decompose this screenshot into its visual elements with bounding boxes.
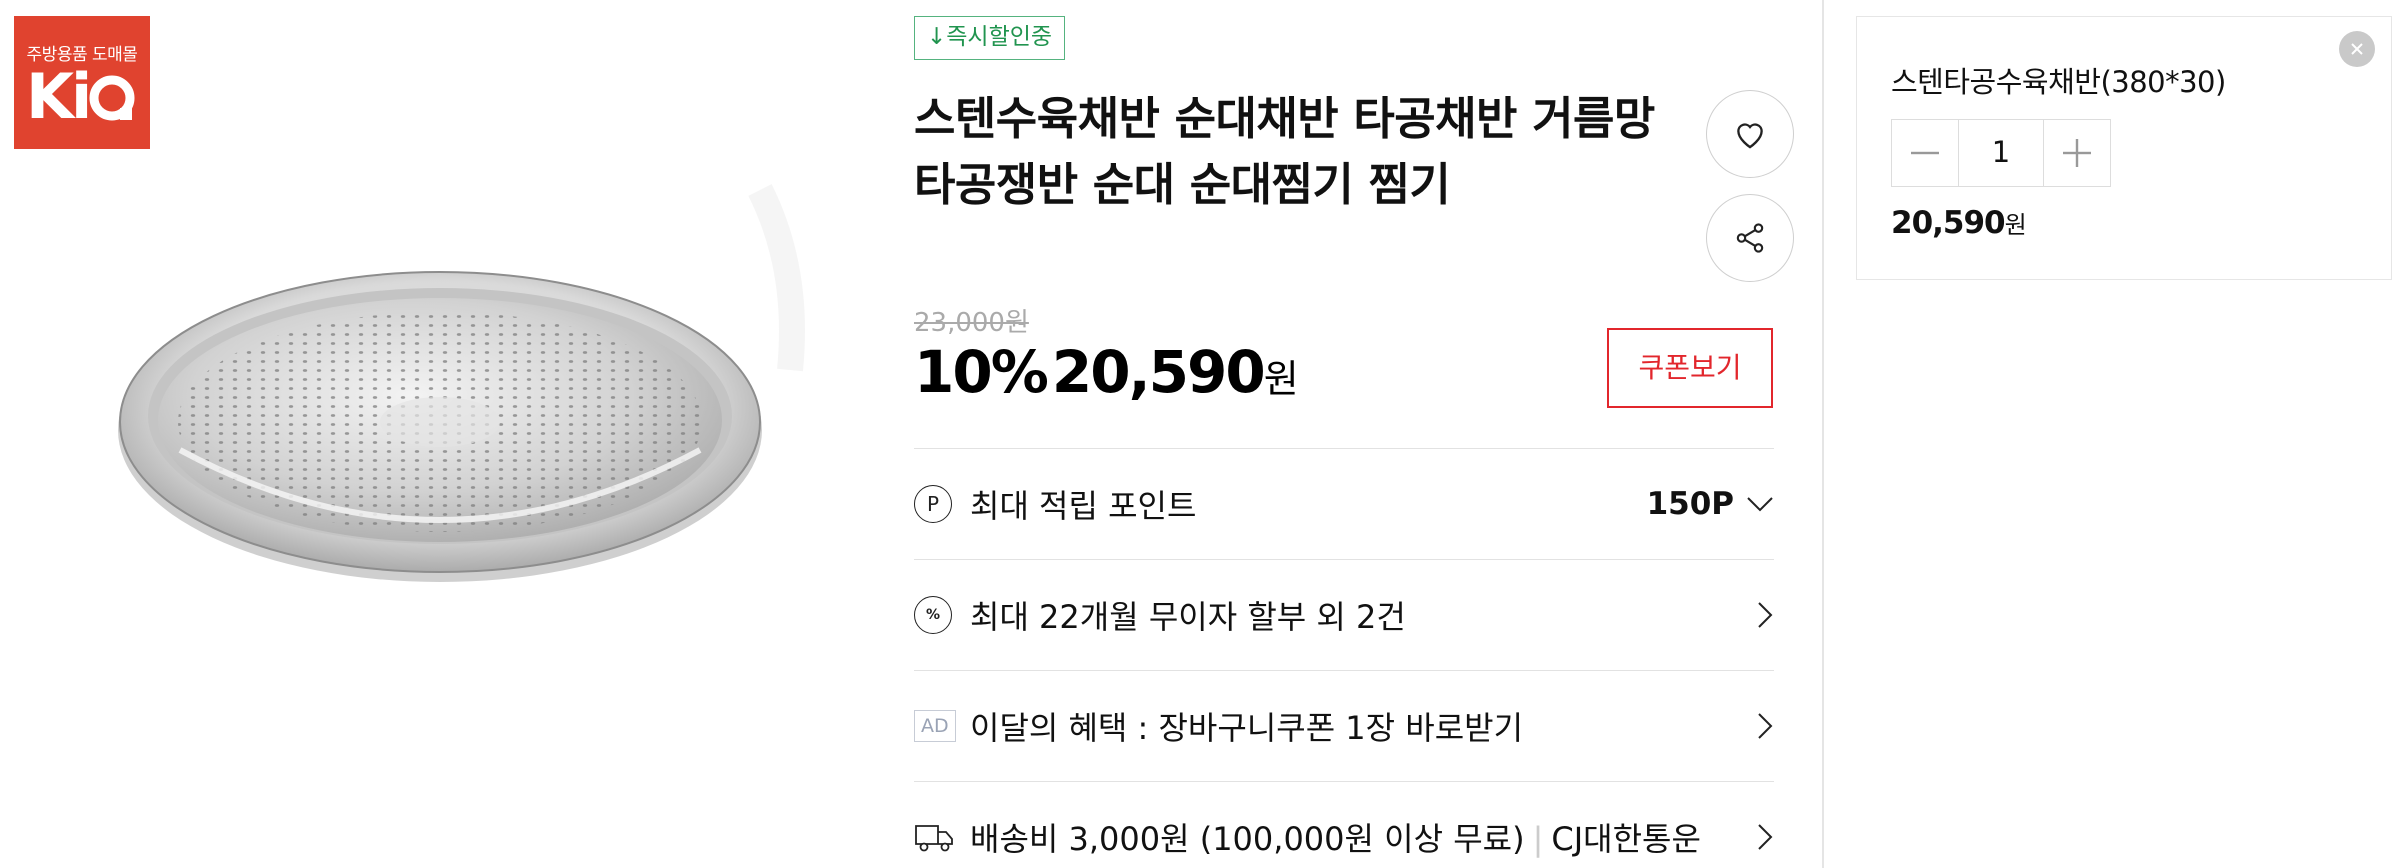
decrease-button[interactable] [1892,120,1958,186]
svg-text:Ki: Ki [26,60,89,130]
shipping-row[interactable]: 배송비 3,000원 (100,000원 이상 무료) | CJ대한통운 [914,781,1774,868]
option-price: 20,590원 [1891,205,2027,241]
point-icon: P [914,485,952,523]
chevron-down-icon[interactable] [1746,495,1774,513]
shipping-fee: 배송비 3,000원 (100,000원 이상 무료) [970,820,1525,858]
share-button[interactable] [1706,194,1794,282]
monthly-benefit-label: 이달의 혜택 : 장바구니쿠폰 1장 바로받기 [970,709,1524,747]
product-info: ↓즉시할인중 스텐수육채반 순대채반 타공채반 거름망 타공쟁반 순대 순대찜기… [914,0,1794,868]
quantity-value[interactable]: 1 [1958,120,2044,186]
column-divider [1822,0,1824,868]
share-icon [1736,223,1764,253]
option-price-value: 20,590 [1891,205,2006,241]
chevron-right-icon[interactable] [1756,601,1774,629]
original-price: 23,000원 [914,308,1029,338]
installment-label: 최대 22개월 무이자 할부 외 2건 [970,598,1406,636]
option-name: 스텐타공수육채반(380*30) [1891,65,2226,99]
increase-button[interactable] [2044,120,2110,186]
shipping-label: 배송비 3,000원 (100,000원 이상 무료) | CJ대한통운 [970,820,1701,858]
price-unit: 원 [1263,357,1299,401]
quantity-stepper: 1 [1891,119,2111,187]
discount-rate: 10% [914,338,1049,406]
close-icon [2351,43,2363,55]
heart-icon [1737,123,1763,149]
product-title: 스텐수육채반 순대채반 타공채반 거름망 타공쟁반 순대 순대찜기 찜기 [914,92,1655,211]
product-image-area: 주방용품 도매몰 Ki [0,0,860,868]
like-button[interactable] [1706,90,1794,178]
sale-price: 20,590 [1051,338,1266,406]
plus-icon [2063,139,2091,167]
installment-row[interactable]: % 최대 22개월 무이자 할부 외 2건 [914,559,1774,670]
points-label: 최대 적립 포인트 [970,487,1197,525]
logo-brand: Ki [14,60,150,146]
option-price-unit: 원 [2004,211,2027,239]
points-row[interactable]: P 최대 적립 포인트 150P [914,448,1774,559]
monthly-benefit-row[interactable]: AD 이달의 혜택 : 장바구니쿠폰 1장 바로받기 [914,670,1774,781]
chevron-right-icon[interactable] [1756,823,1774,851]
product-photo[interactable] [60,150,820,620]
points-value: 150P [1646,486,1734,522]
ad-label: AD [914,710,956,742]
instant-discount-badge: ↓즉시할인중 [914,16,1066,60]
truck-icon [915,825,953,852]
remove-option-button[interactable] [2339,31,2375,67]
view-coupon-button[interactable]: 쿠폰보기 [1607,328,1773,408]
percent-icon: % [914,596,952,634]
selected-option-panel: 스텐타공수육채반(380*30) 1 20,590원 [1856,16,2392,280]
shop-logo[interactable]: 주방용품 도매몰 Ki [14,16,150,149]
price-row: 10% 20,590원 [914,338,1299,408]
minus-icon [1911,151,1939,155]
carrier-name: CJ대한통운 [1551,820,1701,858]
chevron-right-icon[interactable] [1756,712,1774,740]
